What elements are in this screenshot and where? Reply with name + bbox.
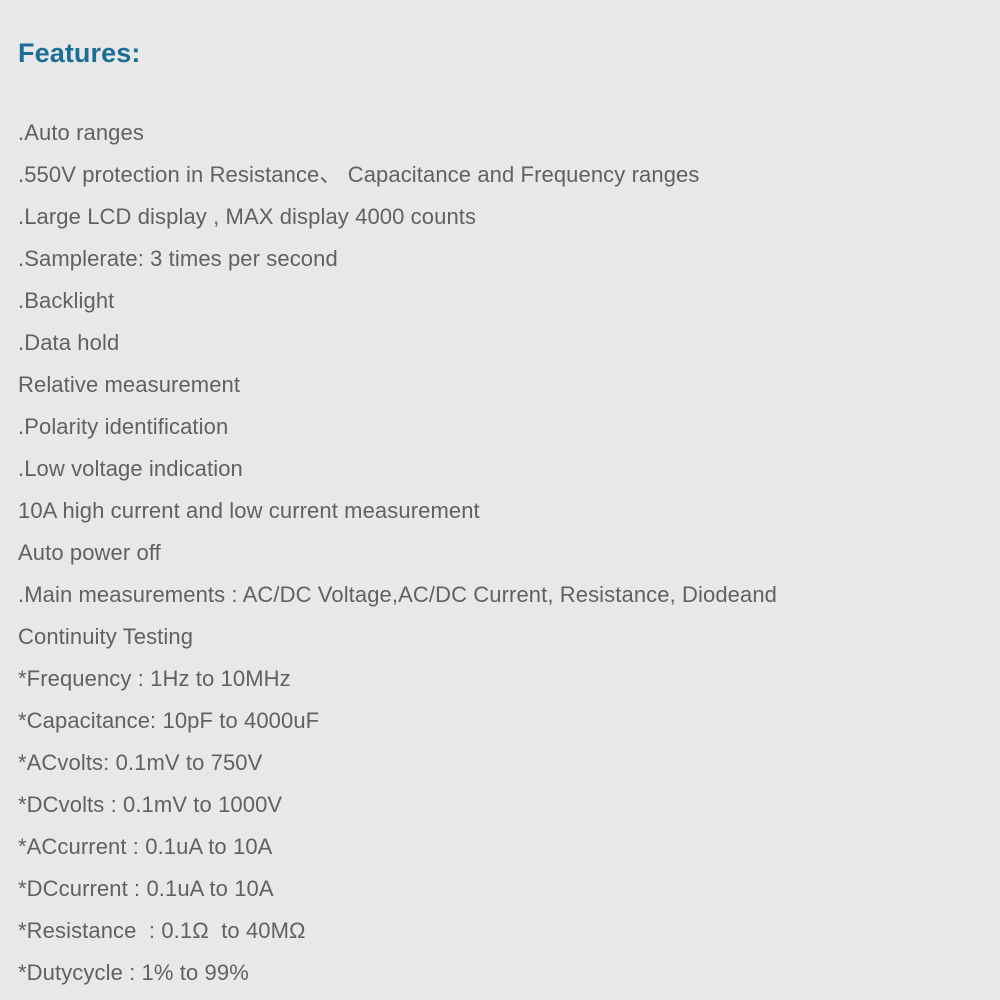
product-features-page: Features: .Auto ranges .550V protection … — [0, 0, 1000, 1000]
feature-item: .Large LCD display , MAX display 4000 co… — [18, 204, 477, 229]
spec-item: *DCvolts : 0.1mV to 1000V — [18, 792, 283, 817]
feature-item: .Samplerate: 3 times per second — [18, 246, 338, 271]
spec-item: *Resistance : 0.1Ω to 40MΩ — [18, 918, 306, 943]
page-title: Features: — [18, 38, 141, 68]
spec-item: *ACcurrent : 0.1uA to 10A — [18, 834, 273, 859]
feature-item: .550V protection in Resistance、 Capacita… — [18, 162, 700, 187]
spec-item: *Frequency : 1Hz to 10MHz — [18, 666, 291, 691]
feature-item: .Polarity identification — [18, 414, 229, 439]
spec-item: *DCcurrent : 0.1uA to 10A — [18, 876, 274, 901]
spec-item: *Dutycycle : 1% to 99% — [18, 960, 249, 985]
feature-item: .Low voltage indication — [18, 456, 243, 481]
spec-item: *Capacitance: 10pF to 4000uF — [18, 708, 320, 733]
feature-item: .Auto ranges — [18, 120, 144, 145]
feature-item: 10A high current and low current measure… — [18, 498, 480, 523]
spec-item: *ACvolts: 0.1mV to 750V — [18, 750, 263, 775]
feature-item: .Backlight — [18, 288, 115, 313]
feature-item: .Main measurements : AC/DC Voltage,AC/DC… — [18, 582, 777, 607]
feature-item: Auto power off — [18, 540, 161, 565]
feature-item-continuation: Continuity Testing — [18, 624, 194, 649]
features-list: .Auto ranges .550V protection in Resista… — [18, 112, 982, 994]
feature-item: .Data hold — [18, 330, 120, 355]
feature-item: Relative measurement — [18, 372, 241, 397]
